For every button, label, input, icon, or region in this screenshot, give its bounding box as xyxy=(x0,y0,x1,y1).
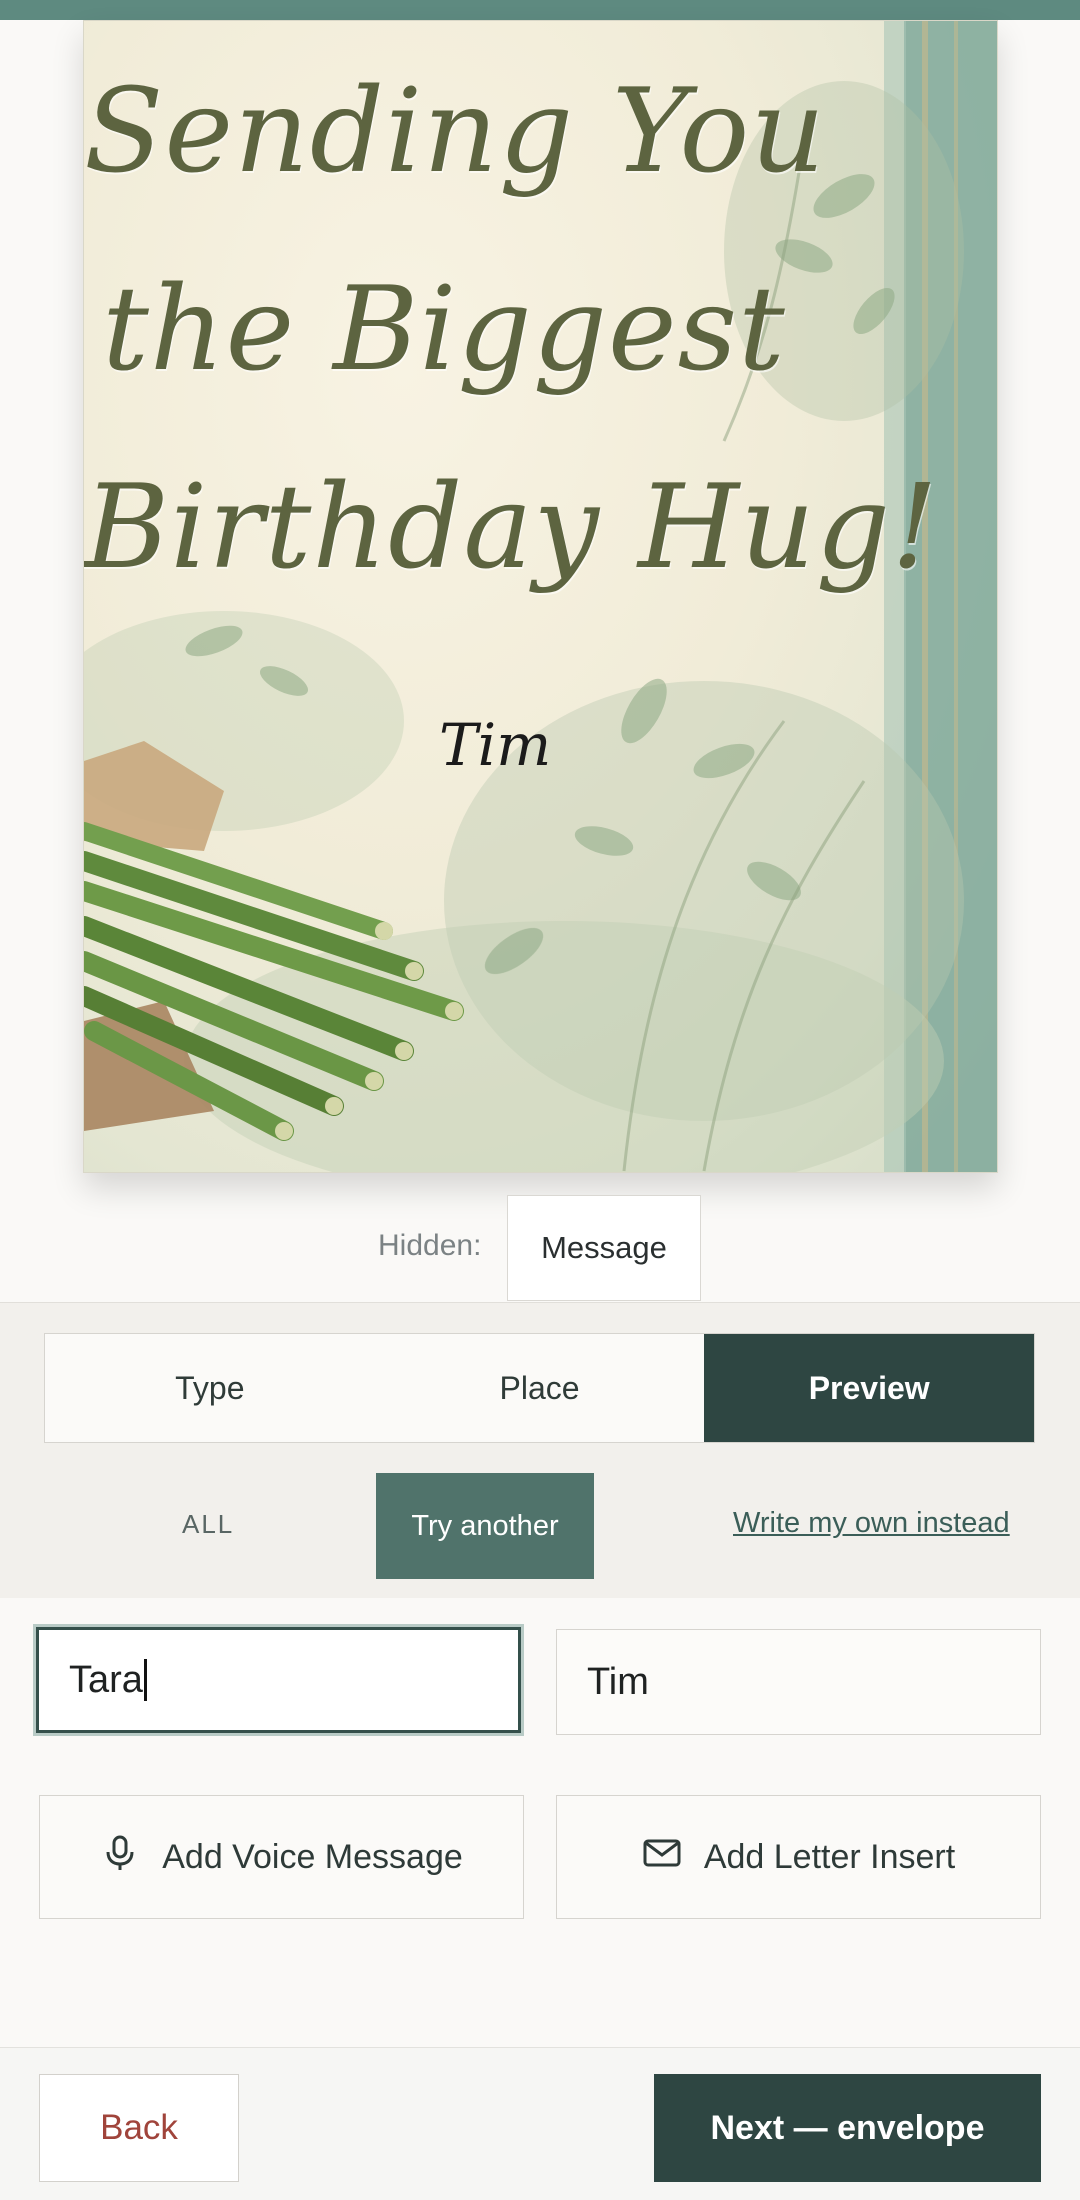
top-status-strip xyxy=(0,0,1080,20)
headline-line-3: Birthday Hug! xyxy=(84,460,939,595)
try-another-button[interactable]: Try another xyxy=(376,1473,594,1579)
headline-line-1: Sending You xyxy=(84,64,827,199)
recipient-name-input[interactable]: Tara xyxy=(36,1627,521,1733)
add-letter-insert-button[interactable]: Add Letter Insert xyxy=(556,1795,1041,1919)
recipient-name-value: Tara xyxy=(69,1658,143,1701)
next-envelope-button[interactable]: Next — envelope xyxy=(654,2074,1041,2182)
sender-name-input[interactable]: Tim xyxy=(556,1629,1041,1735)
mode-segmented-control: Type Place Preview xyxy=(44,1333,1035,1443)
tab-preview[interactable]: Preview xyxy=(704,1334,1035,1442)
back-button[interactable]: Back xyxy=(39,2074,239,2182)
card-signature: Tim xyxy=(439,711,552,779)
envelope-icon xyxy=(642,1833,682,1882)
sender-name-value: Tim xyxy=(587,1660,649,1703)
tab-type[interactable]: Type xyxy=(45,1334,375,1442)
hidden-label: Hidden: xyxy=(378,1229,482,1262)
card-headline: Sending You the Biggest Birthday Hug! xyxy=(84,33,939,627)
headline-line-2: the Biggest xyxy=(102,262,786,397)
tab-place[interactable]: Place xyxy=(375,1334,705,1442)
hidden-message-chip[interactable]: Message xyxy=(507,1195,701,1301)
add-voice-message-label: Add Voice Message xyxy=(162,1837,463,1876)
footer-bar: Back Next — envelope xyxy=(0,2047,1080,2200)
add-letter-insert-label: Add Letter Insert xyxy=(703,1837,956,1876)
all-filter[interactable]: ALL xyxy=(182,1509,234,1540)
write-own-link[interactable]: Write my own instead xyxy=(733,1507,1010,1540)
add-voice-message-button[interactable]: Add Voice Message xyxy=(39,1795,524,1919)
text-caret xyxy=(143,1659,147,1701)
editor-panel: Type Place Preview ALL Try another Write… xyxy=(0,1302,1080,1598)
microphone-icon xyxy=(100,1833,140,1882)
card-preview: Sending You the Biggest Birthday Hug! Ti… xyxy=(83,20,998,1173)
hidden-row: Hidden: Message xyxy=(0,1195,1080,1301)
